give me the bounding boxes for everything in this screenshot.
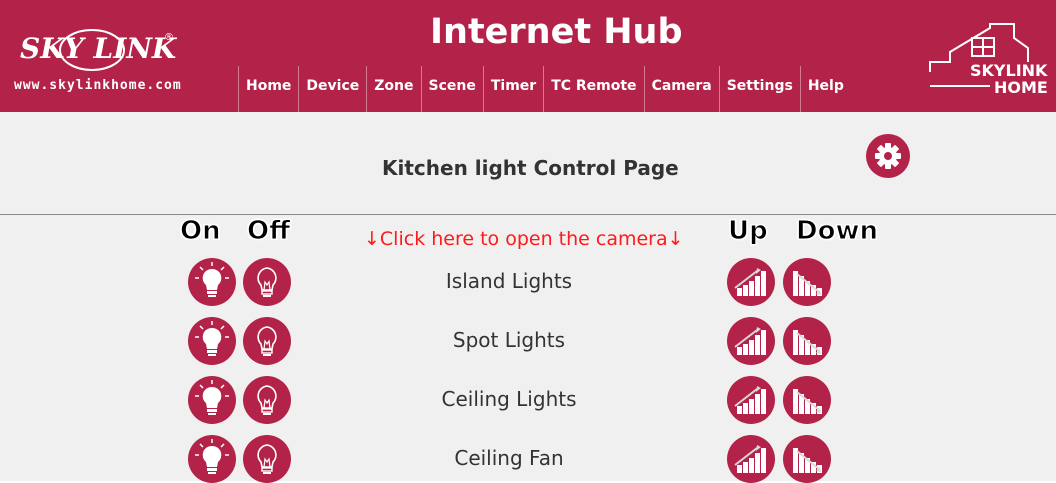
gear-icon [875, 143, 901, 169]
spot-lights-up-button[interactable] [727, 317, 775, 365]
brightness-up-icon [734, 445, 766, 473]
brightness-down-icon [793, 330, 822, 355]
island-lights-on-button[interactable] [188, 258, 236, 306]
island-lights-off-button[interactable] [243, 258, 291, 306]
brightness-down-icon [793, 389, 822, 414]
island-lights-up-button[interactable] [727, 258, 775, 306]
bulb-on-icon [195, 262, 229, 297]
on-column-label: On [180, 216, 222, 247]
skylink-logo: SKY LINK ® [20, 29, 178, 71]
ceiling-lights-down-button[interactable] [783, 376, 831, 424]
ceiling-lights-up-button[interactable] [727, 376, 775, 424]
brightness-down-icon [793, 448, 822, 473]
settings-button[interactable] [866, 134, 910, 178]
nav-item-settings[interactable]: Settings [718, 66, 800, 112]
device-label: Island Lights [445, 269, 573, 293]
brightness-up-icon [734, 327, 766, 355]
spot-lights-down-button[interactable] [783, 317, 831, 365]
app-header: SKY LINK ® www.skylinkhome.com Internet … [0, 0, 1056, 112]
bulb-on-icon [195, 439, 229, 474]
brightness-up-icon [734, 268, 766, 296]
ceiling-fan-down-button[interactable] [783, 435, 831, 483]
ceiling-fan-on-button[interactable] [188, 435, 236, 483]
ceiling-fan-off-button[interactable] [243, 435, 291, 483]
bulb-off-icon [257, 444, 277, 474]
brightness-up-icon [734, 386, 766, 414]
bulb-off-icon [257, 267, 277, 297]
ceiling-lights-on-button[interactable] [188, 376, 236, 424]
nav-item-device[interactable]: Device [298, 66, 366, 112]
up-column-label: Up [728, 216, 769, 247]
page-title: Kitchen light Control Page [382, 156, 679, 180]
svg-text:HOME: HOME [994, 78, 1048, 97]
bulb-on-icon [195, 380, 229, 415]
svg-text:®: ® [164, 32, 174, 43]
nav-item-scene[interactable]: Scene [420, 66, 483, 112]
down-column-label: Down [796, 216, 879, 247]
off-column-label: Off [246, 216, 291, 247]
island-lights-down-button[interactable] [783, 258, 831, 306]
svg-text:SKY LINK: SKY LINK [20, 32, 178, 65]
nav-item-timer[interactable]: Timer [482, 66, 543, 112]
skylink-home-logo: SKYLINK HOME [929, 23, 1048, 97]
nav-item-camera[interactable]: Camera [643, 66, 719, 112]
bulb-off-icon [257, 385, 277, 415]
nav-item-zone[interactable]: Zone [366, 66, 420, 112]
spot-lights-off-button[interactable] [243, 317, 291, 365]
nav-item-help[interactable]: Help [799, 66, 851, 112]
nav-item-tc-remote[interactable]: TC Remote [543, 66, 643, 112]
main-nav: Home Device Zone Scene Timer TC Remote Camera S… [238, 66, 851, 112]
device-label: Ceiling Lights [441, 387, 577, 411]
spot-lights-on-button[interactable] [188, 317, 236, 365]
bulb-off-icon [257, 326, 277, 356]
nav-item-home[interactable]: Home [238, 66, 298, 112]
device-label: Spot Lights [452, 328, 566, 352]
device-label: Ceiling Fan [454, 446, 564, 470]
app-title: Internet Hub [430, 12, 683, 52]
bulb-on-icon [195, 321, 229, 356]
ceiling-lights-off-button[interactable] [243, 376, 291, 424]
ceiling-fan-up-button[interactable] [727, 435, 775, 483]
brightness-down-icon [793, 271, 822, 296]
open-camera-link[interactable]: ↓Click here to open the camera↓ [364, 228, 684, 250]
site-url: www.skylinkhome.com [14, 78, 182, 93]
